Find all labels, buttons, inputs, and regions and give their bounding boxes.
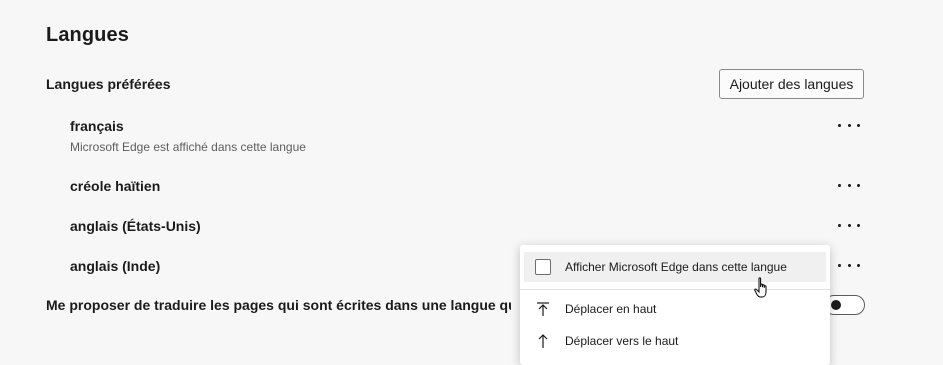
hand-cursor-icon	[754, 277, 772, 306]
language-name: français	[70, 118, 124, 134]
add-languages-button[interactable]: Ajouter des langues	[719, 69, 864, 99]
language-item-english-us: anglais (États-Unis)	[70, 218, 201, 234]
language-name: anglais (Inde)	[70, 258, 161, 274]
move-up-icon	[535, 333, 551, 349]
language-name: anglais (États-Unis)	[70, 218, 201, 234]
menu-item-label: Afficher Microsoft Edge dans cette langu…	[565, 260, 787, 274]
language-item-haitian-creole: créole haïtien	[70, 178, 160, 194]
menu-item-move-to-top[interactable]: Déplacer en haut	[524, 294, 826, 324]
menu-item-label: Déplacer en haut	[565, 302, 657, 316]
language-note: Microsoft Edge est affiché dans cette la…	[70, 140, 306, 154]
checkbox-icon[interactable]	[535, 259, 551, 275]
language-context-menu: Afficher Microsoft Edge dans cette langu…	[520, 245, 830, 365]
more-options-icon[interactable]	[838, 178, 860, 192]
preferred-languages-label: Langues préférées	[46, 76, 171, 92]
language-item-english-india: anglais (Inde)	[70, 258, 160, 274]
offer-translate-label: Me proposer de traduire les pages qui so…	[46, 297, 511, 313]
language-name: créole haïtien	[70, 178, 161, 194]
move-to-top-icon	[535, 301, 551, 317]
toggle-knob	[831, 300, 841, 310]
offer-translate-toggle[interactable]	[824, 295, 865, 315]
more-options-icon[interactable]	[838, 218, 860, 232]
menu-item-label: Déplacer vers le haut	[565, 334, 679, 348]
menu-item-display-edge-in-language[interactable]: Afficher Microsoft Edge dans cette langu…	[524, 252, 826, 282]
page-title: Langues	[46, 24, 129, 46]
more-options-icon[interactable]	[838, 258, 860, 272]
menu-separator	[520, 289, 830, 290]
language-item-french: français Microsoft Edge est affiché dans…	[70, 118, 306, 154]
more-options-icon[interactable]	[838, 118, 860, 132]
